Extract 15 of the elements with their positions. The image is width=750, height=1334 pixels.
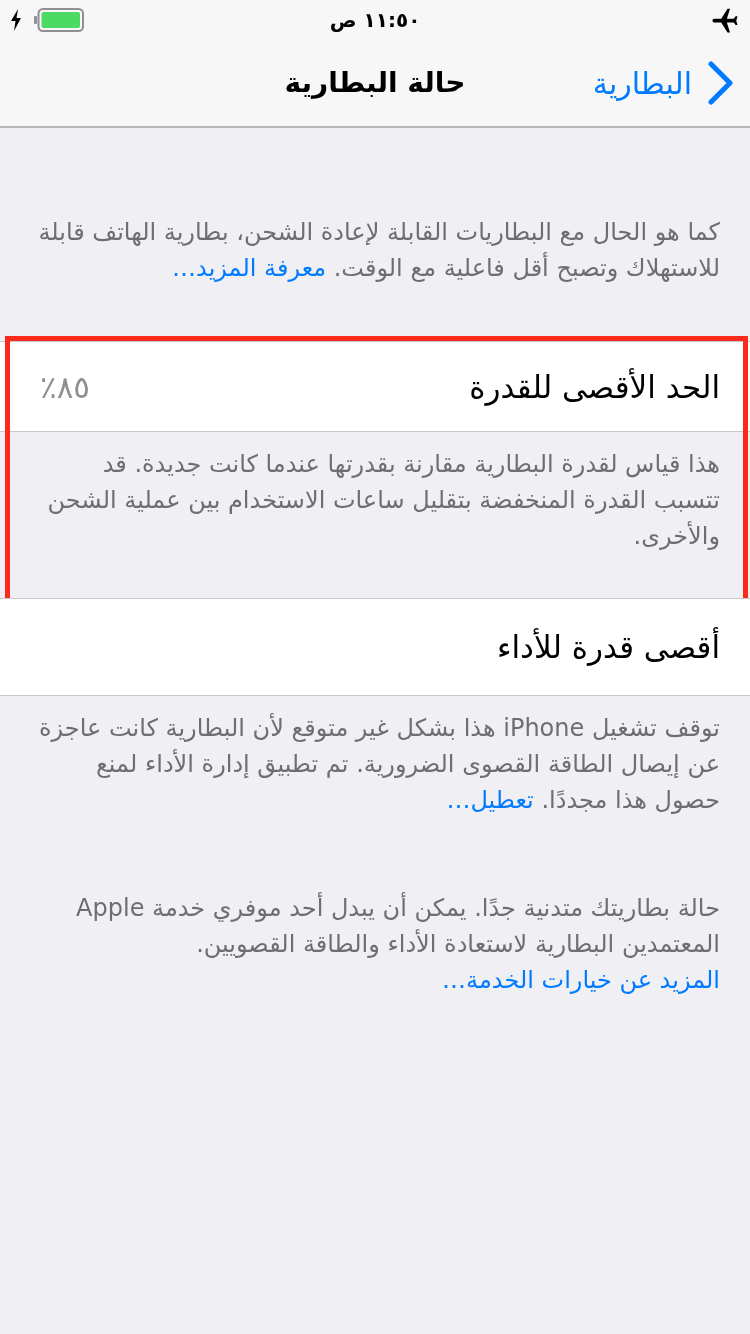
text-link[interactable]: تعطيل…	[446, 786, 534, 814]
back-button[interactable]: البطارية	[584, 53, 750, 113]
chevron-icon	[708, 61, 734, 105]
section-footer-text: هذا قياس لقدرة البطارية مقارنة بقدرتها عندما كانت جديدة. قد تتسبب القدرة المنخفضة بتقليل ساعات الاستخدام بين عملية الشحن والأخرى.	[46, 449, 721, 552]
row-label: الحد الأقصى للقدرة	[469, 367, 720, 408]
section-footer-text: توقف تشغيل iPhone هذا بشكل غير متوقع لأن البطارية كانت عاجزة عن إيصال الطاقة القصوى الضرورية. تم تطبيق إدارة الأداء لمنع حصول هذا مجددًا. تعطيل…	[38, 712, 721, 816]
row-value: ٨٥٪	[40, 367, 90, 407]
description-text: كما هو الحال مع البطاريات القابلة لإعادة الشحن، بطارية الهاتف قابلة للاستهلاك وتصبح أقل فاعلية مع الوقت. معرفة المزيد…	[37, 217, 721, 284]
text-link[interactable]: المزيد عن خيارات الخدمة…	[442, 966, 720, 994]
text-link[interactable]: معرفة المزيد…	[172, 254, 327, 282]
screen-title: حالة البطارية	[284, 65, 466, 101]
battery-icon	[34, 8, 84, 32]
status-time: ١١:٥٠ ص	[329, 7, 421, 34]
notice-text: حالة بطاريتك متدنية جدًا. يمكن أن يبدل أحد موفري خدمة Apple المعتمدين البطارية لاستعادة الأداء والطاقة القصويين. المزيد عن خيارات الخدمة…	[75, 891, 721, 996]
row-label: أقصى قدرة للأداء	[496, 626, 720, 668]
